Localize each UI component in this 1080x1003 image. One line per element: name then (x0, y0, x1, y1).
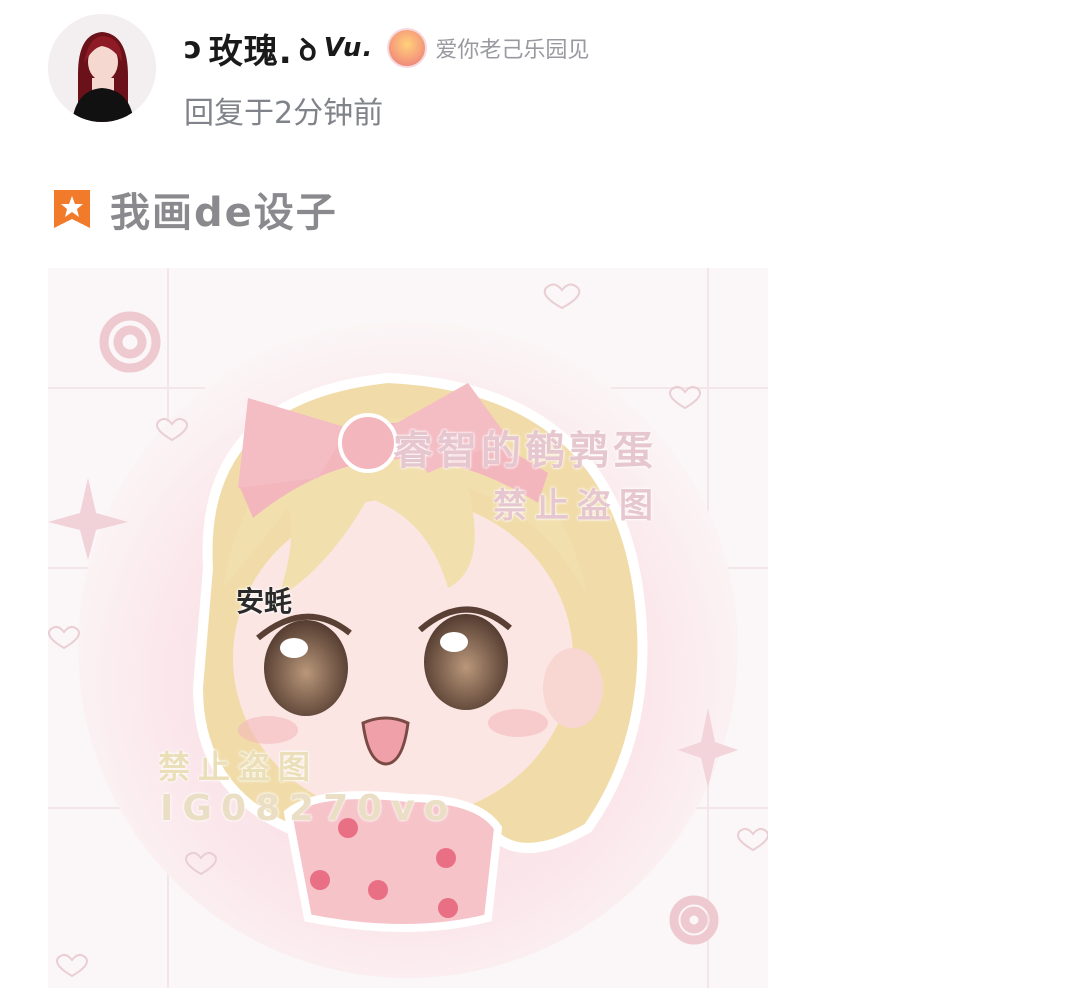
reply-timestamp: 回复于2分钟前 (184, 96, 384, 131)
chibi-illustration (48, 268, 768, 988)
username-row: ↄ 玫瑰. ꝺ Vu. 爱你老己乐园见 (184, 24, 589, 73)
watermark-notice-top: 禁止盗图 (493, 486, 661, 526)
watermark-id: IG08270vo (160, 788, 458, 829)
topic-header[interactable]: 我画de设子 (52, 180, 338, 238)
star-bookmark-icon (52, 188, 92, 230)
character-label: 安蚝 (236, 585, 293, 618)
watermark-notice-bottom: 禁止盗图 (158, 748, 319, 786)
fan-badge-text[interactable]: 爱你老己乐园见 (435, 32, 589, 64)
flourish-icon: ↄ (184, 30, 203, 66)
fan-badge-icon[interactable] (387, 28, 428, 68)
post-header: ↄ 玫瑰. ꝺ Vu. 爱你老己乐园见 回复于2分钟前 (0, 0, 1080, 140)
topic-title: 我画de设子 (110, 190, 338, 236)
flourish-icon: ꝺ (298, 32, 318, 68)
post-image[interactable]: 睿智的鹌鹑蛋 禁止盗图 安蚝 禁止盗图 IG08270vo (48, 268, 768, 988)
username-suffix: Vu. (323, 33, 374, 63)
username-text: 玫瑰. (208, 31, 293, 72)
user-avatar[interactable] (48, 14, 156, 122)
username[interactable]: ↄ 玫瑰. ꝺ Vu. (184, 24, 373, 73)
watermark-author: 睿智的鹌鹑蛋 (393, 428, 657, 474)
